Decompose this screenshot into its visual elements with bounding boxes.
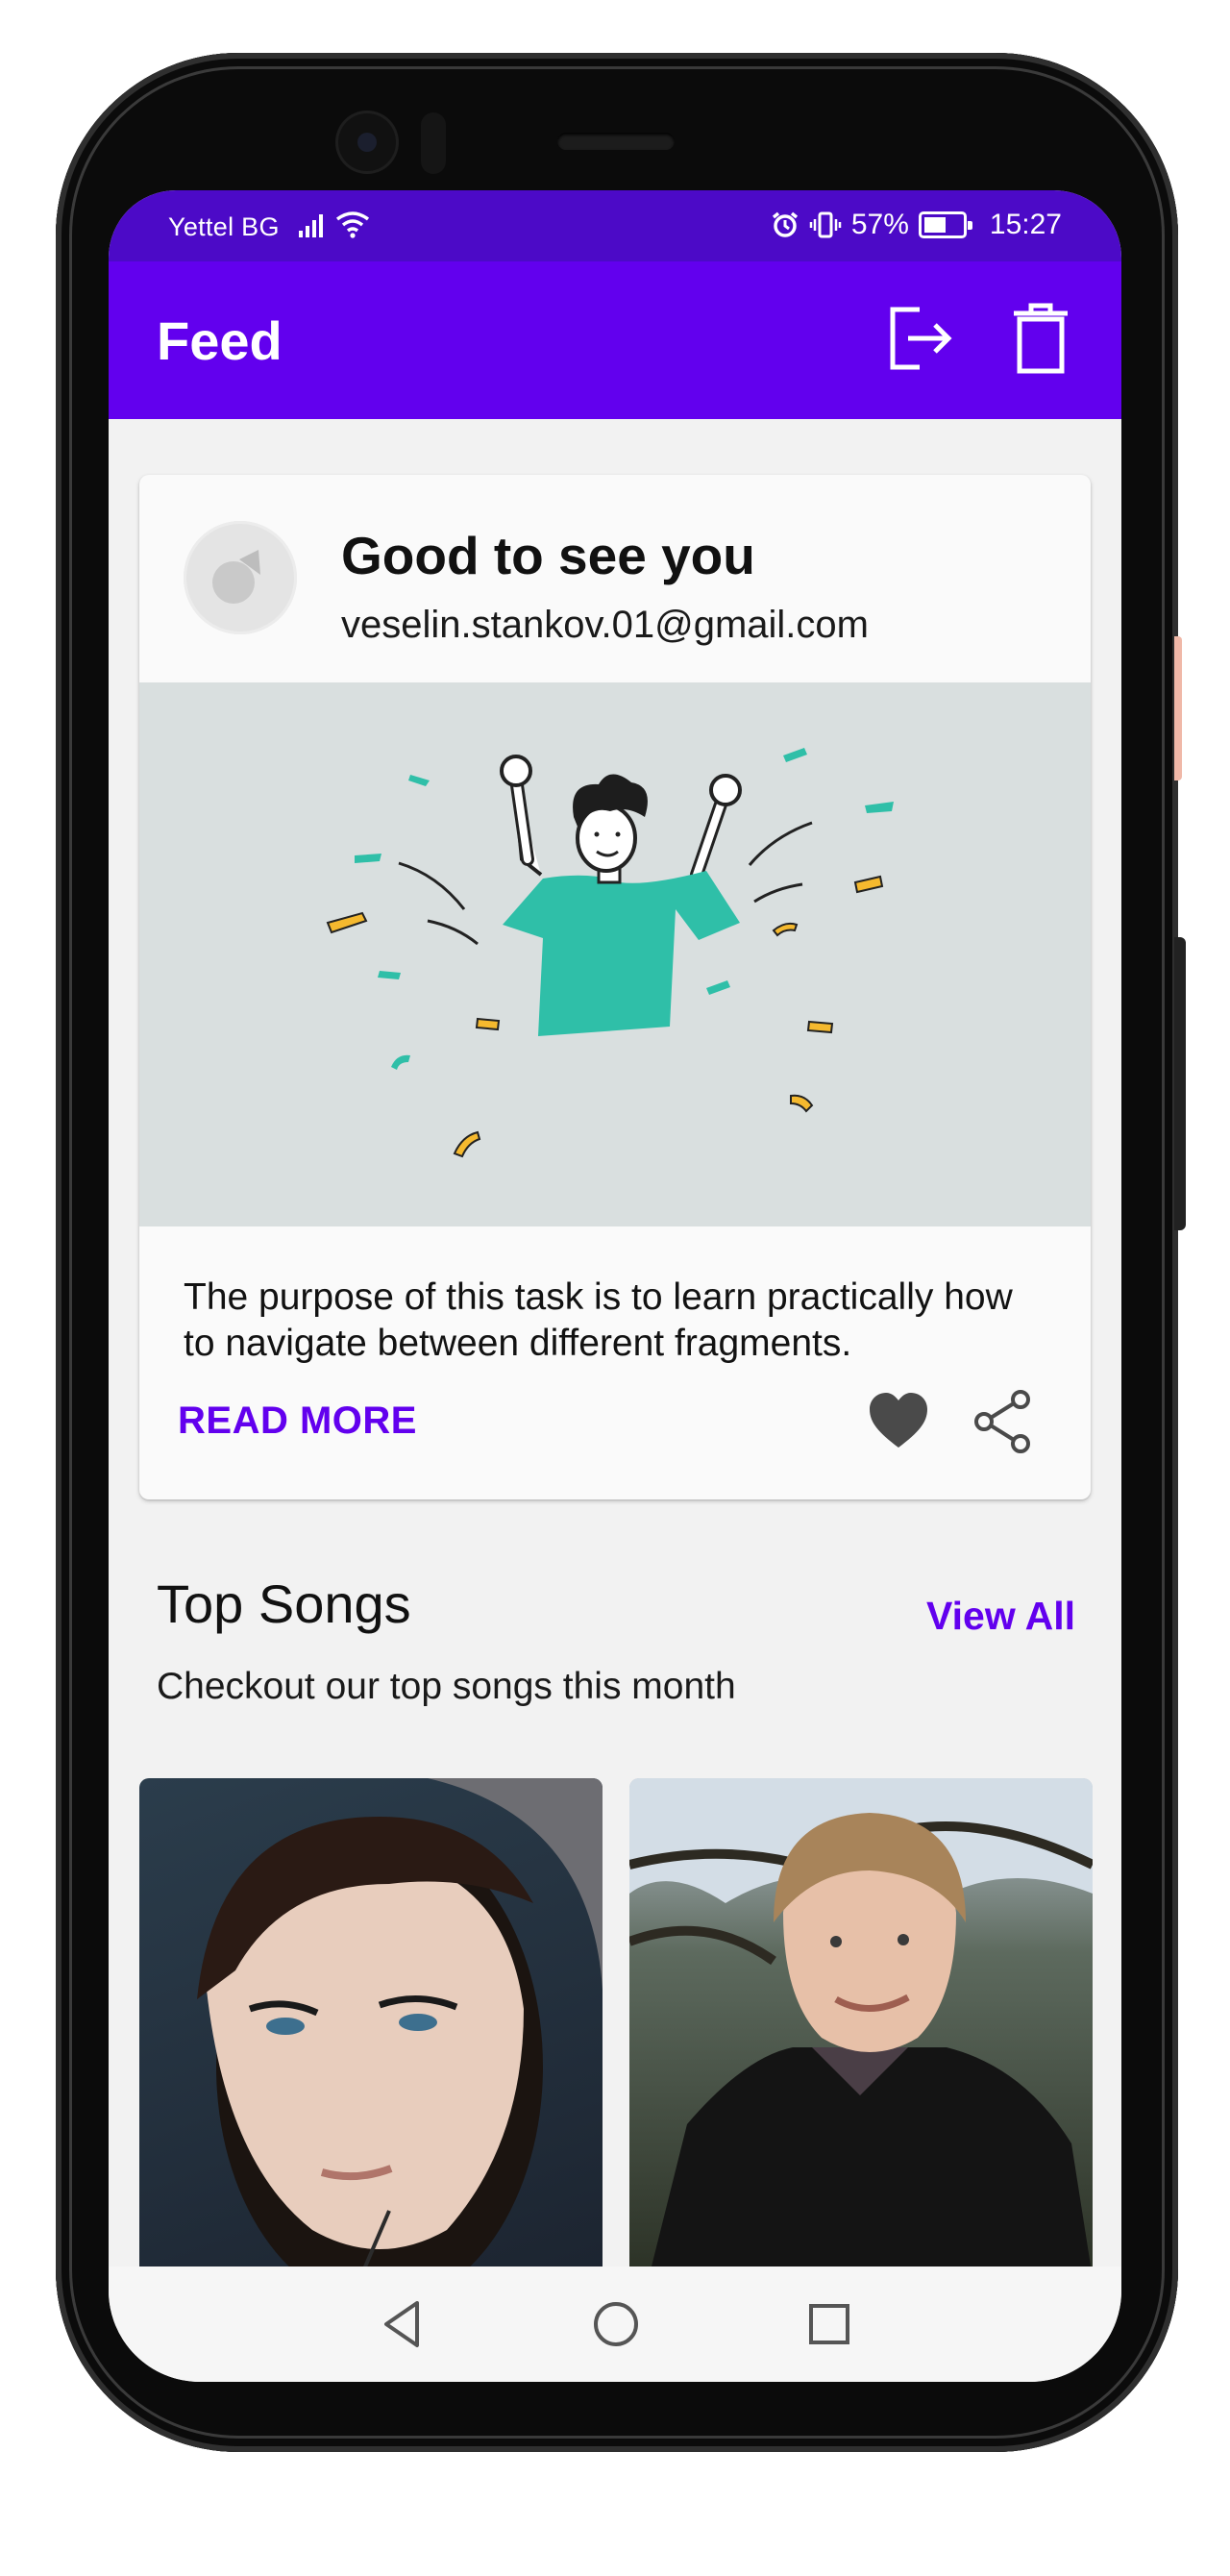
top-songs-subtitle: Checkout our top songs this month [157,1666,736,1707]
status-bar: Yettel BG 57% 15:27 [109,190,1121,261]
profile-placeholder-icon [212,550,260,604]
read-more-button[interactable]: READ MORE [178,1399,417,1443]
proximity-sensor [421,112,446,174]
top-songs-title: Top Songs [157,1573,411,1634]
logout-button[interactable] [881,300,958,377]
card-description: The purpose of this task is to learn pra… [184,1276,1013,1364]
share-icon [974,1390,1030,1453]
battery-icon [918,211,972,238]
front-camera [338,113,396,171]
app-title: Feed [157,310,283,371]
greeting-heading: Good to see you [341,526,755,585]
heart-icon [870,1393,927,1448]
logout-icon [890,307,952,370]
screen: Yettel BG 57% 15:27 Feed Good to see you… [109,190,1121,2382]
delete-button[interactable] [1002,300,1079,377]
clock: 15:27 [989,209,1062,240]
artist-photo [197,1778,603,2278]
view-all-link[interactable]: View All [926,1594,1075,1639]
celebration-image [326,748,894,1158]
app-bar: Feed [109,261,1121,419]
delete-icon [1014,303,1068,374]
signal-icon [299,214,323,237]
side-tab [1174,636,1182,780]
song-card[interactable] [629,1778,1093,2278]
recents-button[interactable] [799,2293,860,2355]
back-icon [384,2301,419,2347]
song-card[interactable] [139,1778,603,2278]
wifi-icon [335,211,370,238]
celebration-illustration [139,682,1091,1226]
battery-percent: 57% [850,209,909,240]
share-button[interactable] [971,1388,1038,1455]
home-button[interactable] [585,2293,647,2355]
side-button [1174,937,1186,1230]
alarm-icon [772,211,798,237]
home-icon [594,2302,638,2346]
recents-icon [809,2304,849,2344]
system-nav-bar [109,2266,1121,2382]
vibrate-icon [809,211,842,238]
carrier-name: Yettel BG [168,212,280,241]
earpiece [557,133,675,150]
status-right: 57% 15:27 [771,209,1062,241]
back-button[interactable] [373,2293,434,2355]
like-button[interactable] [865,1388,932,1455]
user-email: veselin.stankov.01@gmail.com [341,604,869,646]
artist-photo [629,1778,1093,2278]
avatar [184,521,297,634]
welcome-card: Good to see you veselin.stankov.01@gmail… [139,475,1091,1499]
